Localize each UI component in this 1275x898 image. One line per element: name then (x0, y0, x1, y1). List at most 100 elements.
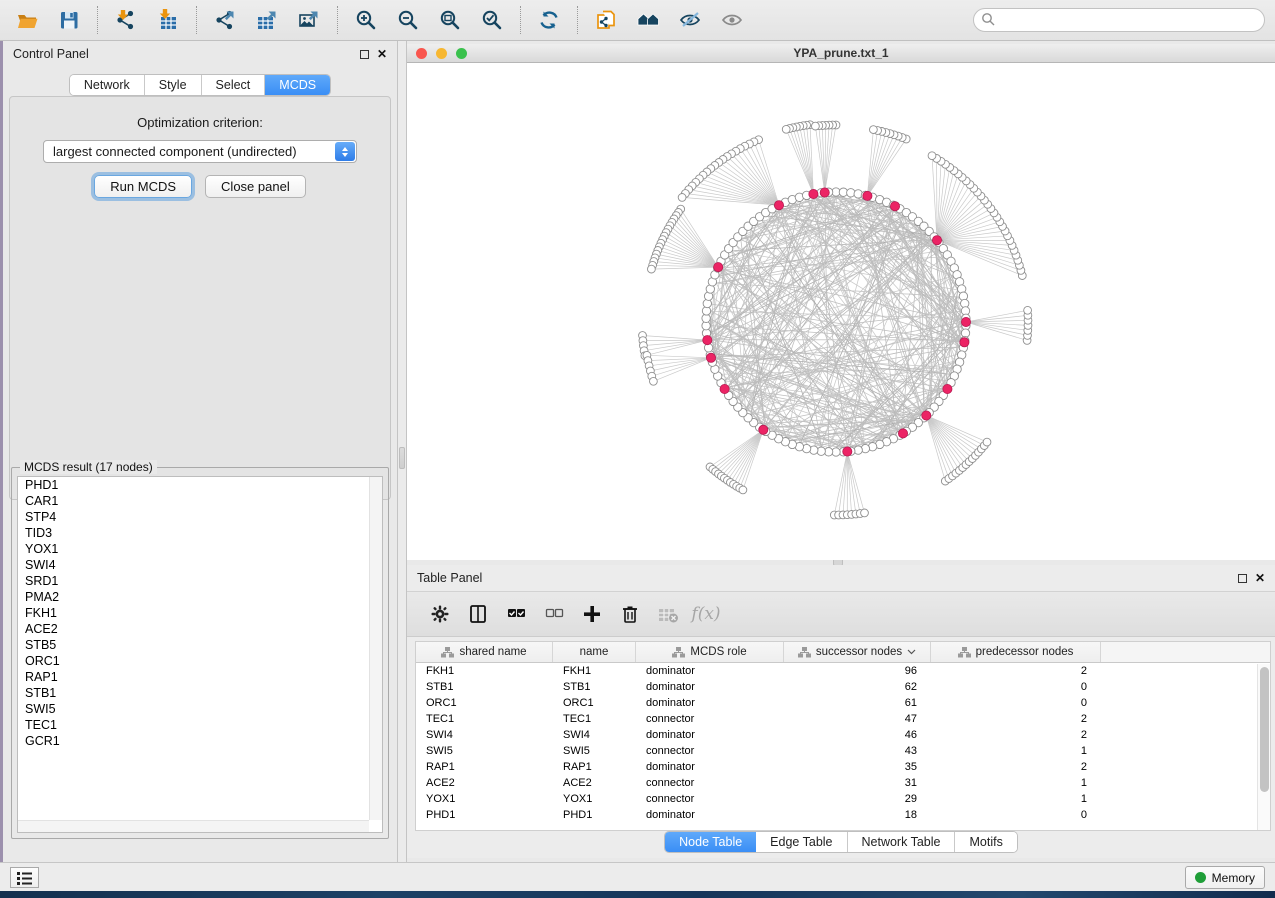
table-row[interactable]: SWI4SWI4dominator462 (416, 727, 1270, 743)
search-icon (981, 12, 996, 32)
delete-table-button (649, 596, 687, 632)
close-panel-icon[interactable]: ✕ (377, 50, 387, 59)
table-row[interactable]: RAP1RAP1dominator352 (416, 759, 1270, 775)
tab-style[interactable]: Style (145, 75, 202, 95)
mcds-list-vertical-scrollbar[interactable] (369, 477, 382, 820)
table-row[interactable]: YOX1YOX1connector291 (416, 791, 1270, 807)
mcds-result-item[interactable]: STB5 (18, 637, 382, 653)
import-network-icon (115, 9, 137, 31)
mcds-result-item[interactable]: STB1 (18, 685, 382, 701)
zoom-out-button[interactable] (387, 3, 429, 37)
mcds-list-horizontal-scrollbar[interactable] (18, 820, 369, 832)
export-table-button[interactable] (246, 3, 288, 37)
mcds-result-item[interactable]: PMA2 (18, 589, 382, 605)
mcds-result-item[interactable]: SWI4 (18, 557, 382, 573)
delete-columns-button[interactable] (611, 596, 649, 632)
tab-mcds[interactable]: MCDS (265, 75, 330, 95)
mcds-result-item[interactable]: RAP1 (18, 669, 382, 685)
tab-motifs[interactable]: Motifs (955, 832, 1016, 852)
table-vertical-scrollbar[interactable] (1257, 664, 1270, 830)
first-neighbors-button[interactable] (627, 3, 669, 37)
table-row[interactable]: ACE2ACE2connector311 (416, 775, 1270, 791)
table-cell: STB1 (416, 681, 553, 693)
toolbar-separator (337, 6, 338, 34)
mcds-result-item[interactable]: STP4 (18, 509, 382, 525)
tab-network-table[interactable]: Network Table (848, 832, 956, 852)
table-row[interactable]: STB1STB1dominator620 (416, 679, 1270, 695)
network-canvas[interactable] (407, 63, 1275, 560)
table-cell: ACE2 (416, 777, 553, 789)
status-bar: Memory (0, 862, 1275, 891)
table-cell: ORC1 (553, 697, 636, 709)
select-all-button[interactable] (497, 596, 535, 632)
tab-node-table[interactable]: Node Table (665, 832, 756, 852)
tab-select[interactable]: Select (202, 75, 266, 95)
show-columns-button[interactable] (459, 596, 497, 632)
table-row[interactable]: ORC1ORC1dominator610 (416, 695, 1270, 711)
close-panel-button[interactable]: Close panel (205, 175, 306, 198)
column-header-shared-name[interactable]: shared name (416, 642, 553, 662)
refresh-button[interactable] (528, 3, 570, 37)
network-window-title: YPA_prune.txt_1 (407, 46, 1275, 60)
tab-edge-table[interactable]: Edge Table (756, 832, 847, 852)
run-mcds-button[interactable]: Run MCDS (94, 175, 192, 198)
table-cell: 1 (931, 777, 1101, 789)
deselect-all-button[interactable] (535, 596, 573, 632)
mcds-result-item[interactable]: SRD1 (18, 573, 382, 589)
show-panels-list-button[interactable] (10, 867, 39, 888)
table-panel-header: Table Panel ✕ (407, 565, 1275, 591)
mcds-result-item[interactable]: ORC1 (18, 653, 382, 669)
mcds-result-item[interactable]: TID3 (18, 525, 382, 541)
column-header-name[interactable]: name (553, 642, 636, 662)
add-column-button[interactable] (573, 596, 611, 632)
open-file-button[interactable] (6, 3, 48, 37)
table-cell: 0 (931, 809, 1101, 821)
save-button[interactable] (48, 3, 90, 37)
tab-network[interactable]: Network (70, 75, 145, 95)
optimization-criterion-label: Optimization criterion: (10, 115, 390, 130)
sort-chevron-icon (907, 649, 916, 655)
mcds-result-list[interactable]: PHD1CAR1STP4TID3YOX1SWI4SRD1PMA2FKH1ACE2… (17, 476, 383, 833)
zoom-in-button[interactable] (345, 3, 387, 37)
copy-network-button[interactable] (585, 3, 627, 37)
table-panel-title: Table Panel (417, 571, 1238, 585)
hide-selected-button[interactable] (669, 3, 711, 37)
float-panel-icon[interactable] (1238, 574, 1247, 583)
mcds-result-item[interactable]: CAR1 (18, 493, 382, 509)
add-column-icon (581, 603, 603, 625)
table-row[interactable]: TEC1TEC1connector472 (416, 711, 1270, 727)
optimization-criterion-dropdown[interactable]: largest connected component (undirected) (43, 140, 357, 163)
mcds-result-item[interactable]: ACE2 (18, 621, 382, 637)
float-panel-icon[interactable] (360, 50, 369, 59)
network-graph[interactable] (407, 63, 1275, 560)
application-window: > Control Panel ✕ NetworkStyleSelectMCDS… (0, 0, 1275, 891)
search-input[interactable] (973, 8, 1265, 32)
import-table-button[interactable] (147, 3, 189, 37)
mcds-result-item[interactable]: SWI5 (18, 701, 382, 717)
table-row[interactable]: SWI5SWI5connector431 (416, 743, 1270, 759)
column-header-predecessor-nodes[interactable]: predecessor nodes (931, 642, 1101, 662)
mcds-result-item[interactable]: FKH1 (18, 605, 382, 621)
export-network-button[interactable] (204, 3, 246, 37)
memory-button[interactable]: Memory (1185, 866, 1265, 889)
vertical-divider-grabber[interactable] (399, 447, 405, 469)
close-panel-icon[interactable]: ✕ (1255, 574, 1265, 583)
table-row[interactable]: FKH1FKH1dominator962 (416, 663, 1270, 679)
table-cell: 2 (931, 761, 1101, 773)
table-mode-gear-button[interactable] (421, 596, 459, 632)
import-network-button[interactable] (105, 3, 147, 37)
vertical-split-divider[interactable] (397, 41, 407, 862)
mcds-result-item[interactable]: PHD1 (18, 477, 382, 493)
zoom-selected-button[interactable] (471, 3, 513, 37)
show-all-button[interactable]: > (711, 3, 753, 37)
mcds-result-item[interactable]: TEC1 (18, 717, 382, 733)
mcds-result-item[interactable]: YOX1 (18, 541, 382, 557)
column-header-MCDS-role[interactable]: MCDS role (636, 642, 784, 662)
mcds-result-item[interactable]: GCR1 (18, 733, 382, 749)
export-image-button[interactable] (288, 3, 330, 37)
zoom-fit-button[interactable] (429, 3, 471, 37)
table-cell: 2 (931, 729, 1101, 741)
table-row[interactable]: PHD1PHD1dominator180 (416, 807, 1270, 823)
column-header-successor-nodes[interactable]: successor nodes (784, 642, 931, 662)
table-scrollbar-thumb[interactable] (1260, 667, 1269, 792)
